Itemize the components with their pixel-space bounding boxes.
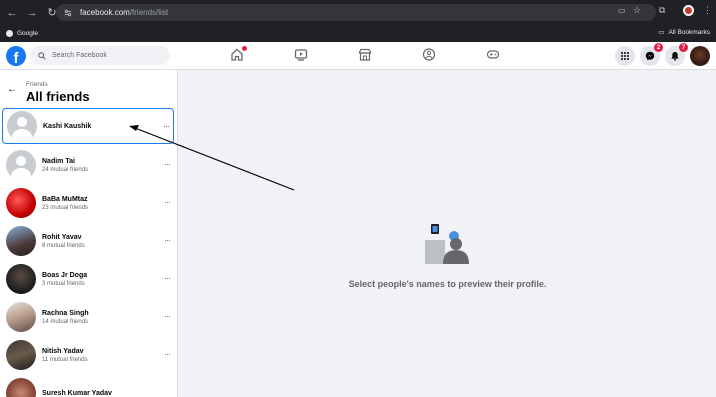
browser-toolbar: ← → ↻ facebook.com/friends/list ▭ ☆ ⧉ ⋮ <box>0 0 716 25</box>
mutual-friends-count: 11 mutual friends <box>42 356 88 363</box>
friend-name: Suresh Kumar Yadav <box>42 389 112 397</box>
mutual-friends-count: 14 mutual friends <box>42 318 89 325</box>
address-bar[interactable]: facebook.com/friends/list <box>56 4 656 21</box>
more-options-icon[interactable]: ··· <box>164 197 171 207</box>
friend-name: BaBa MuMtaz <box>42 195 88 203</box>
friend-name: Kashi Kaushik <box>43 122 92 130</box>
more-options-icon[interactable]: ··· <box>164 349 171 359</box>
google-icon <box>6 30 13 37</box>
avatar <box>6 150 36 180</box>
breadcrumb[interactable]: Friends <box>26 81 48 88</box>
forward-arrow-icon[interactable]: → <box>24 5 40 21</box>
friend-row[interactable]: Boas Jr Doga 3 mutual friends ··· <box>2 261 174 297</box>
empty-state-message: Select people's names to preview their p… <box>348 279 547 289</box>
mutual-friends-count: 24 mutual friends <box>42 166 89 173</box>
extensions-icon[interactable]: ⧉ <box>659 5 665 16</box>
header-actions: 2 7 <box>615 43 710 66</box>
avatar <box>6 302 36 332</box>
video-icon[interactable] <box>294 48 310 62</box>
profile-avatar-icon[interactable] <box>683 5 694 16</box>
more-options-icon[interactable]: ··· <box>163 121 170 131</box>
main-nav <box>230 46 502 62</box>
more-options-icon[interactable]: ··· <box>164 159 171 169</box>
mutual-friends-count: 23 mutual friends <box>42 204 89 211</box>
back-arrow-icon[interactable]: ← <box>4 5 20 21</box>
mutual-friends-count: 3 mutual friends <box>42 280 85 287</box>
url-host: facebook.com <box>80 8 130 17</box>
site-info-icon[interactable] <box>64 9 72 17</box>
notifications-bell-icon[interactable]: 7 <box>665 43 688 66</box>
facebook-logo-icon[interactable]: f <box>6 46 26 66</box>
avatar <box>6 188 36 218</box>
profile-preview-panel: Select people's names to preview their p… <box>179 70 716 397</box>
friend-row[interactable]: Rachna Singh 14 mutual friends ··· <box>2 299 174 335</box>
account-avatar[interactable] <box>690 46 710 66</box>
more-options-icon[interactable]: ··· <box>164 273 171 283</box>
groups-icon[interactable] <box>422 48 438 62</box>
browser-chrome: ← → ↻ facebook.com/friends/list ▭ ☆ ⧉ ⋮ … <box>0 0 716 42</box>
search-icon <box>38 51 46 60</box>
back-arrow-icon[interactable]: ← <box>7 84 17 95</box>
search-input[interactable]: Search Facebook <box>30 46 170 65</box>
avatar <box>6 378 36 397</box>
avatar <box>7 111 37 141</box>
friend-name: Nitish Yadav <box>42 347 84 355</box>
avatar <box>6 340 36 370</box>
friends-sidebar: ← Friends All friends Kashi Kaushik ··· … <box>0 70 178 397</box>
marketplace-icon[interactable] <box>358 48 374 62</box>
gaming-icon[interactable] <box>486 48 502 62</box>
people-illustration-icon <box>425 224 469 264</box>
home-notification-dot <box>242 46 247 51</box>
friend-name: Rachna Singh <box>42 309 89 317</box>
all-bookmarks-label: All Bookmarks <box>668 28 710 36</box>
friend-name: Rohit Yavav <box>42 233 82 241</box>
more-options-icon[interactable]: ··· <box>164 311 171 321</box>
browser-menu-icon[interactable]: ⋮ <box>703 5 712 16</box>
avatar <box>6 226 36 256</box>
cast-icon[interactable]: ▭ <box>618 6 626 15</box>
notifications-badge: 7 <box>679 43 688 52</box>
more-options-icon[interactable]: ··· <box>164 235 171 245</box>
all-bookmarks[interactable]: ▭ All Bookmarks <box>658 28 710 37</box>
avatar <box>6 264 36 294</box>
friend-row[interactable]: Kashi Kaushik ··· <box>2 108 174 144</box>
url-text: facebook.com/friends/list <box>80 8 168 17</box>
page-title: All friends <box>26 89 90 104</box>
friend-name: Nadim Tai <box>42 157 75 165</box>
facebook-header: f Search Facebook 2 7 <box>0 42 716 70</box>
friend-row[interactable]: Suresh Kumar Yadav <box>2 375 174 397</box>
url-path: /friends/list <box>129 8 169 17</box>
friend-row[interactable]: BaBa MuMtaz 23 mutual friends ··· <box>2 185 174 221</box>
logo-letter: f <box>13 50 19 66</box>
home-icon[interactable] <box>230 46 247 62</box>
messenger-icon[interactable]: 2 <box>640 43 663 66</box>
menu-grid-icon[interactable] <box>615 46 635 66</box>
friend-row[interactable]: Rohit Yavav 8 mutual friends ··· <box>2 223 174 259</box>
messenger-badge: 2 <box>654 43 663 52</box>
bookmark-google[interactable]: Google <box>17 30 38 37</box>
mutual-friends-count: 8 mutual friends <box>42 242 85 249</box>
friend-row[interactable]: Nitish Yadav 11 mutual friends ··· <box>2 337 174 373</box>
bookmarks-bar: Google <box>0 25 716 42</box>
bookmark-star-icon[interactable]: ☆ <box>633 5 641 16</box>
friend-name: Boas Jr Doga <box>42 271 88 279</box>
search-placeholder: Search Facebook <box>52 52 107 59</box>
folder-icon: ▭ <box>658 29 665 36</box>
friend-row[interactable]: Nadim Tai 24 mutual friends ··· <box>2 147 174 183</box>
